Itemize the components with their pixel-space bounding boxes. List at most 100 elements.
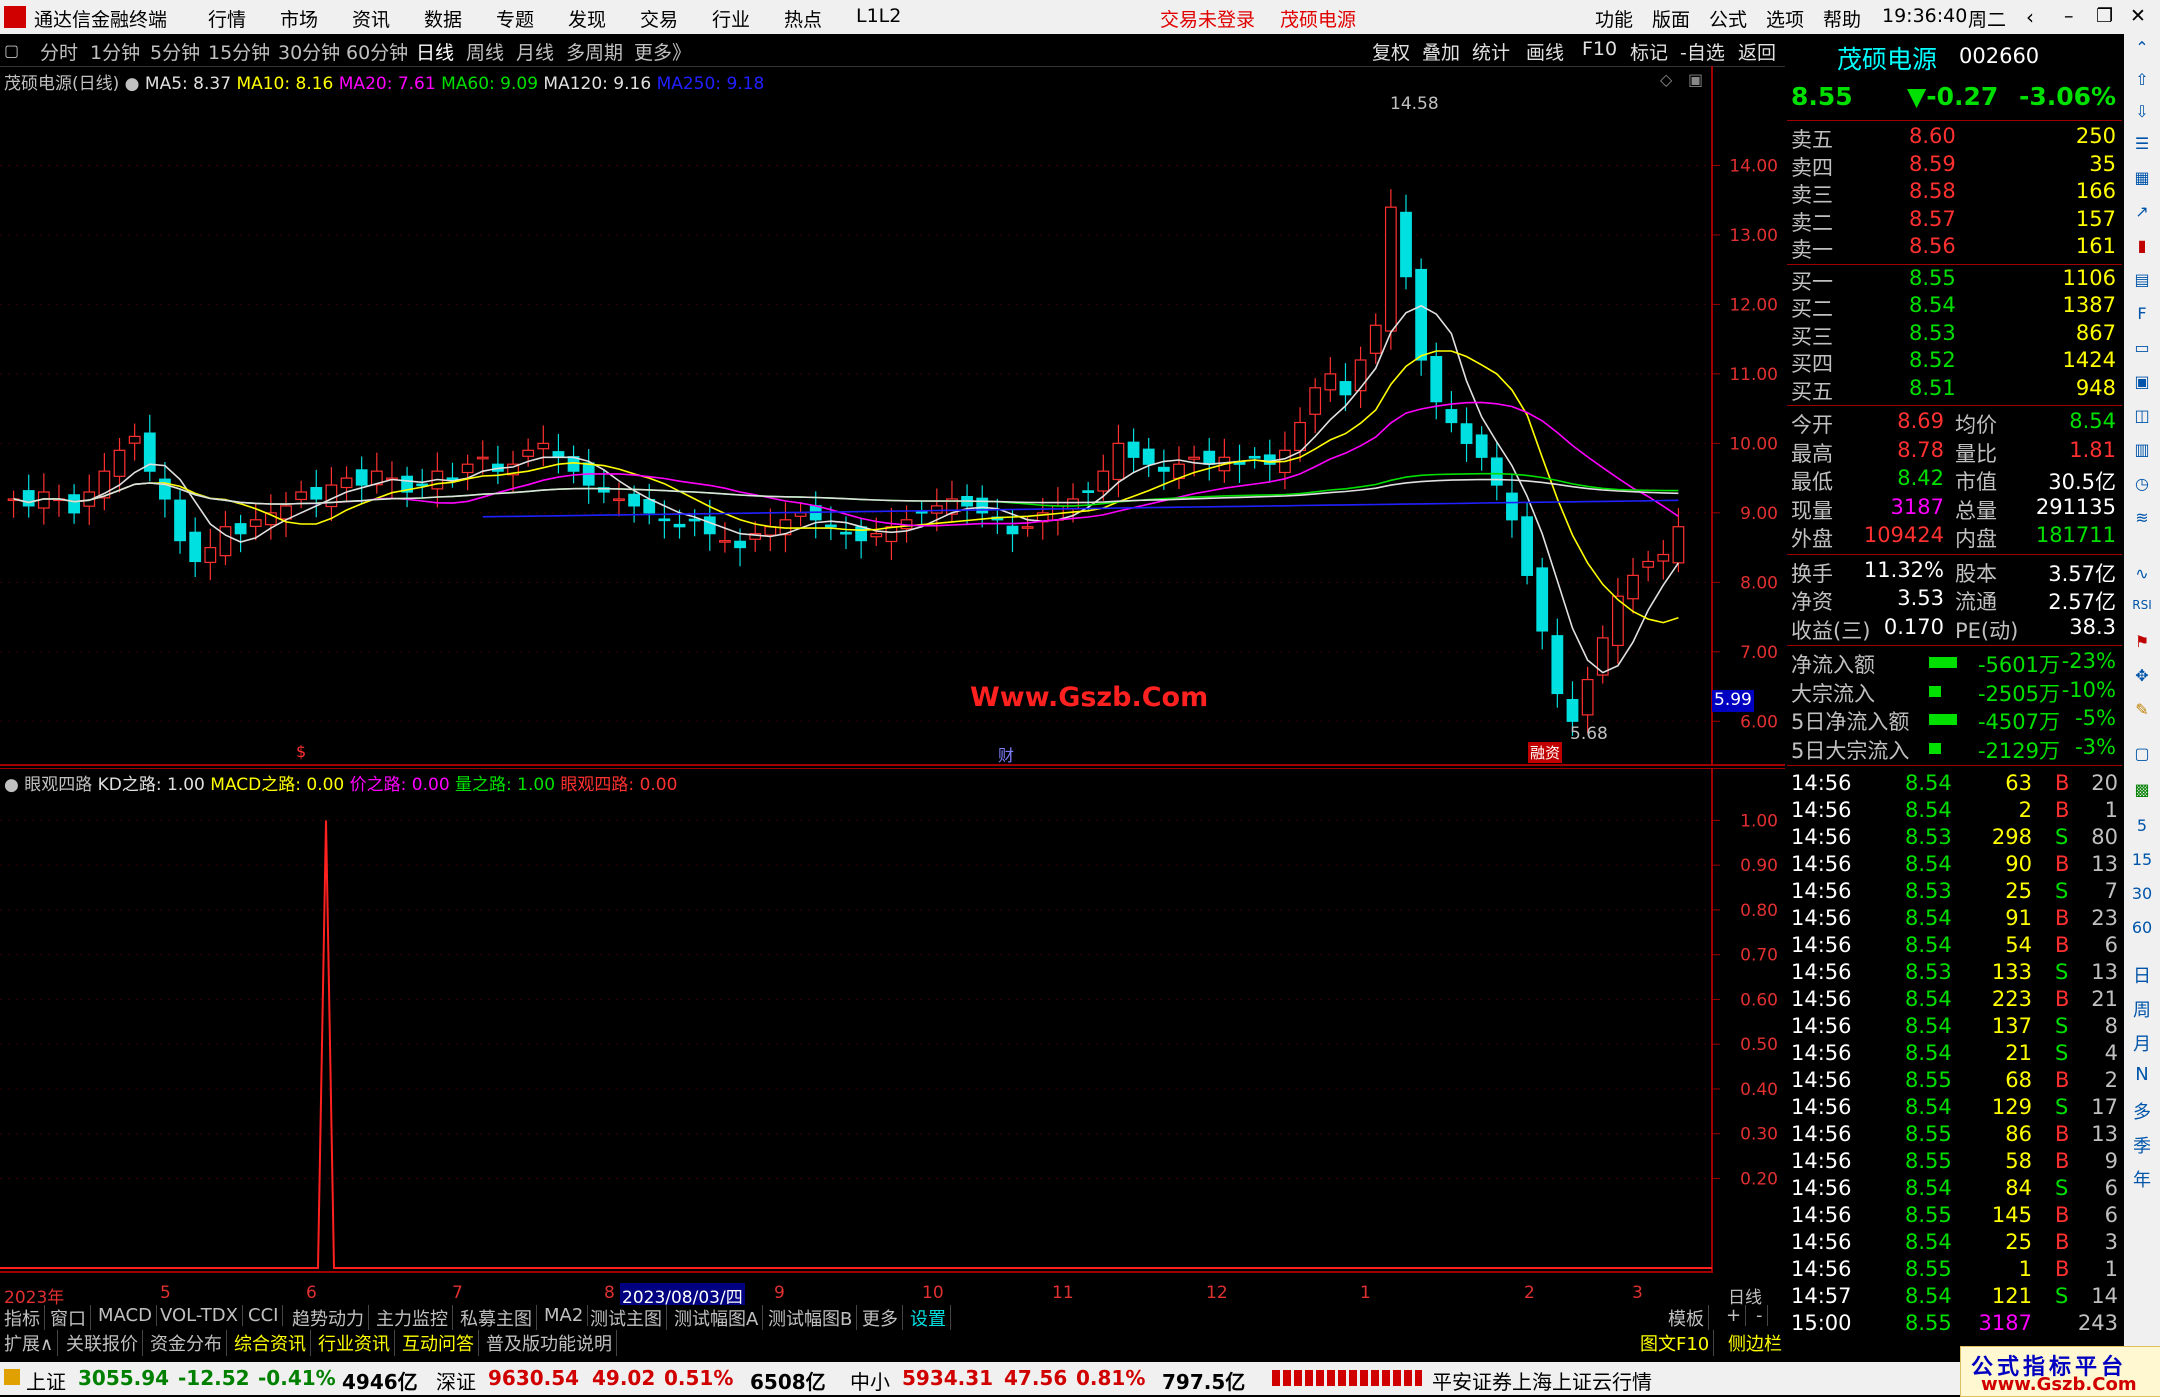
add-pane-button[interactable]: + [1722,1305,1747,1326]
kline-plot[interactable]: 14.00 13.00 12.00 11.00 10.00 9.00 8.00 7.00 6.0… [0,66,1785,766]
sidebar-news-icon[interactable]: ▣ [2128,372,2156,400]
menu-item-industry[interactable]: 行业 [712,5,750,32]
tab-fund-distribution[interactable]: 资金分布 [146,1330,227,1356]
sidebar-period[interactable]: 季 [2128,1132,2156,1160]
sidebar-table-icon[interactable]: ▤ [2128,270,2156,298]
tab-expand[interactable]: 扩展∧ [0,1330,59,1356]
sidebar-period[interactable]: 多 [2128,1098,2156,1126]
sidebar-wave-icon[interactable]: ≋ [2128,508,2156,536]
tool-f10[interactable]: F10 [1582,38,1617,60]
tool-back[interactable]: 返回 [1738,38,1776,65]
sidebar-num[interactable]: 30 [2128,884,2156,912]
sidebar-pen-icon[interactable]: ✎ [2128,700,2156,728]
menu-item-data[interactable]: 数据 [424,5,462,32]
ask-row[interactable]: 卖四 8.59 35 [1787,152,2122,180]
remove-pane-button[interactable]: - [1752,1305,1768,1326]
period-tab-1min[interactable]: 1分钟 [90,38,140,65]
period-tab-30min[interactable]: 30分钟 [278,38,340,65]
tab-test-a[interactable]: 测试幅图A [670,1305,764,1331]
period-tab-60min[interactable]: 60分钟 [346,38,408,65]
close-icon[interactable]: ✕ [2130,5,2146,27]
period-tab-5min[interactable]: 5分钟 [150,38,200,65]
menu-item-hot[interactable]: 热点 [784,5,822,32]
menu-item-market[interactable]: 市场 [280,5,318,32]
menu-item-discover[interactable]: 发现 [568,5,606,32]
marker-finance[interactable]: 财 [998,742,1014,766]
tool-stats[interactable]: 统计 [1472,38,1510,65]
collapse-icon[interactable]: ▢ [4,41,19,60]
tab-f10-graphic[interactable]: 图文F10 [1636,1330,1715,1356]
ask-row[interactable]: 卖五 8.60 250 [1787,124,2122,152]
tool-adjust[interactable]: 复权 [1372,38,1410,65]
indicator-chart[interactable]: ● 眼观四路 KD之路: 1.00 MACD之路: 0.00 价之路: 0.00… [0,768,1785,1273]
sidebar-f2-icon[interactable]: ◫ [2128,406,2156,434]
sidebar-rsi-icon[interactable]: RSI [2128,598,2156,626]
sidebar-calc-icon[interactable]: ▥ [2128,440,2156,468]
sidebar-expand-icon[interactable]: ⌃ [2128,38,2156,66]
tab-vol-tdx[interactable]: VOL-TDX [156,1305,243,1326]
tab-industry-news[interactable]: 行业资讯 [314,1330,395,1356]
bid-row[interactable]: 买四 8.52 1424 [1787,348,2122,376]
tool-overlay[interactable]: 叠加 [1422,38,1460,65]
tab-test-main[interactable]: 测试主图 [586,1305,667,1331]
menu-item-quotes[interactable]: 行情 [208,5,246,32]
bid-row[interactable]: 买三 8.53 867 [1787,321,2122,349]
tab-main-monitor[interactable]: 主力监控 [372,1305,453,1331]
period-tab-15min[interactable]: 15分钟 [208,38,270,65]
restore-icon[interactable]: ❐ [2096,5,2113,27]
tab-cci[interactable]: CCI [244,1305,284,1326]
minimize-icon[interactable]: – [2064,5,2074,27]
sidebar-down-icon[interactable]: ⇩ [2128,102,2156,130]
menu-item-layout[interactable]: 版面 [1652,5,1690,32]
sidebar-green-icon[interactable]: ▩ [2128,780,2156,808]
menu-item-formula[interactable]: 公式 [1709,5,1747,32]
tab-private-main[interactable]: 私募主图 [456,1305,537,1331]
sidebar-move-icon[interactable]: ✥ [2128,666,2156,694]
sidebar-kline-icon[interactable]: ▮ [2128,236,2156,264]
period-tab-weekly[interactable]: 周线 [466,38,504,65]
index-sz-name[interactable]: 深证 [436,1366,476,1395]
main-kline-chart[interactable]: 茂硕电源(日线) ● MA5: 8.37 MA10: 8.16 MA20: 7.… [0,66,1785,766]
sidebar-clock-icon[interactable]: ◷ [2128,474,2156,502]
tool-watchlist[interactable]: -自选 [1680,38,1725,65]
tab-qa[interactable]: 互动问答 [398,1330,479,1356]
bid-row[interactable]: 买一 8.55 1106 [1787,266,2122,294]
sidebar-num[interactable]: 60 [2128,918,2156,946]
sidebar-line-chart-icon[interactable]: ↗ [2128,202,2156,230]
menu-item-trade[interactable]: 交易 [640,5,678,32]
tab-trend[interactable]: 趋势动力 [288,1305,369,1331]
marker-dividend[interactable]: $ [296,742,306,761]
menu-item-help[interactable]: 帮助 [1823,5,1861,32]
sidebar-doc-icon[interactable]: ▭ [2128,338,2156,366]
index-sh-name[interactable]: 上证 [26,1366,66,1395]
ask-row[interactable]: 卖二 8.57 157 [1787,207,2122,235]
sidebar-num[interactable]: 5 [2128,816,2156,844]
sidebar-grid-icon[interactable]: ▦ [2128,168,2156,196]
period-tab-monthly[interactable]: 月线 [516,38,554,65]
ask-row[interactable]: 卖一 8.56 161 [1787,234,2122,262]
sidebar-period[interactable]: N [2128,1064,2156,1092]
index-zx-name[interactable]: 中小 [850,1366,890,1395]
tool-draw[interactable]: 画线 [1526,38,1564,65]
sidebar-fs-icon[interactable]: ▢ [2128,744,2156,772]
sidebar-period[interactable]: 年 [2128,1166,2156,1194]
tab-more[interactable]: 更多 [858,1305,903,1331]
sidebar-num[interactable]: 15 [2128,850,2156,878]
menu-item-news[interactable]: 资讯 [352,5,390,32]
sidebar-up-icon[interactable]: ⇧ [2128,70,2156,98]
sidebar-f10-icon[interactable]: F [2128,304,2156,332]
indicator-plot[interactable]: 1.00 0.90 0.80 0.70 0.60 0.50 0.40 0.30 0.20 [0,768,1785,1273]
sidebar-alert-icon[interactable]: ⚑ [2128,632,2156,660]
server-name[interactable]: 平安证券上海上证云行情 [1432,1366,1652,1395]
status-menu-icon[interactable] [4,1369,20,1385]
sidebar-period[interactable]: 周 [2128,996,2156,1024]
trade-login-status[interactable]: 交易未登录 [1160,5,1255,32]
tab-test-b[interactable]: 测试幅图B [764,1305,858,1331]
menu-item-topic[interactable]: 专题 [496,5,534,32]
period-tab-daily[interactable]: 日线 [416,38,454,65]
tab-window[interactable]: 窗口 [46,1305,91,1331]
tab-feature-help[interactable]: 普及版功能说明 [482,1330,617,1356]
tab-comprehensive-news[interactable]: 综合资讯 [230,1330,311,1356]
template-button[interactable]: 模板 [1664,1305,1709,1331]
bid-row[interactable]: 买五 8.51 948 [1787,376,2122,404]
